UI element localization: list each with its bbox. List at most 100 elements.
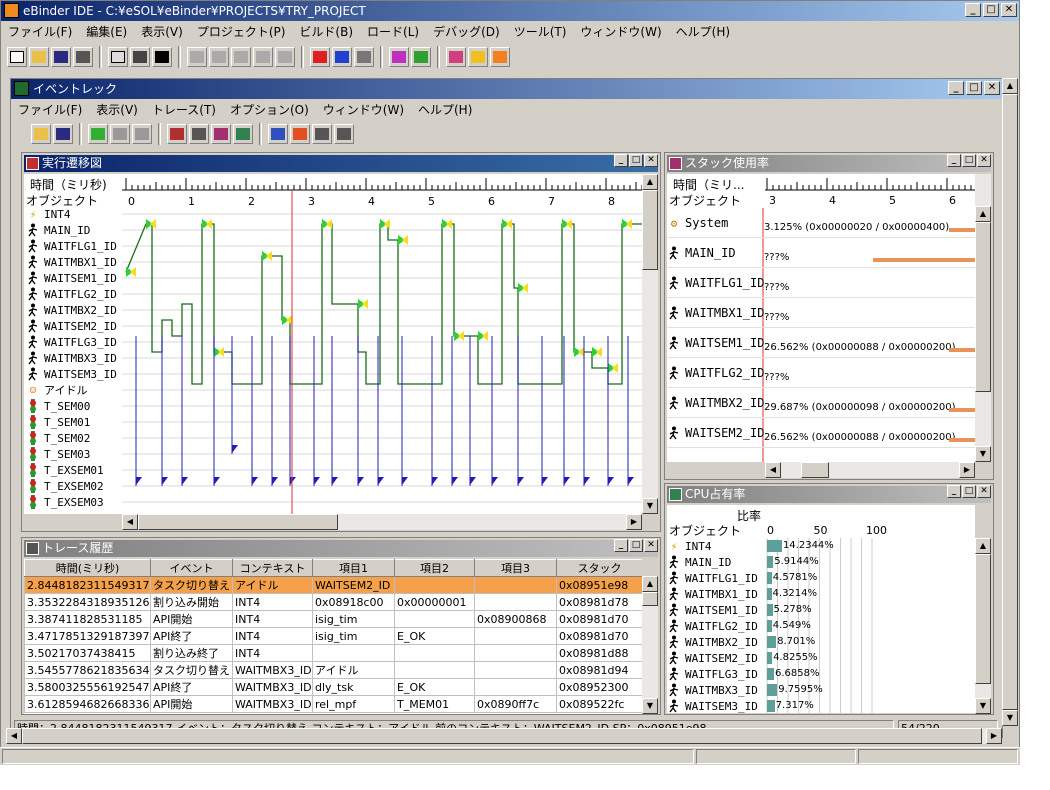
trace-column-header[interactable]: コンテキスト xyxy=(232,559,313,577)
et-close-button[interactable]: ✕ xyxy=(984,81,1000,95)
rebuild-icon[interactable] xyxy=(231,47,251,67)
minimize-button[interactable]: _ xyxy=(965,3,981,17)
event-track-title-bar[interactable]: イベントレック xyxy=(11,79,1002,99)
exec-canvas[interactable]: 時間（ミリ秒) オブジェクト ⚡ INT4 MAIN_ID WAITFLG1_ID WA… xyxy=(24,174,642,514)
cpu-row[interactable]: WAITFLG3_ID xyxy=(667,666,758,682)
exec-object-row[interactable]: MAIN_ID xyxy=(26,222,90,238)
arrows-icon[interactable] xyxy=(490,47,510,67)
download-icon[interactable] xyxy=(332,47,352,67)
exec-object-row[interactable]: WAITSEM3_ID xyxy=(26,366,117,382)
exec-object-row[interactable]: WAITSEM2_ID xyxy=(26,318,117,334)
cpu-panel-title-bar[interactable]: CPU占有率 xyxy=(667,486,991,503)
exec-object-row[interactable]: WAITSEM1_ID xyxy=(26,270,117,286)
main-menu-item-5[interactable]: ロード(L) xyxy=(360,23,426,40)
main-menu-item-3[interactable]: プロジェクト(P) xyxy=(190,23,293,40)
exec-close-button[interactable]: ✕ xyxy=(644,154,658,167)
et-minimize-button[interactable]: _ xyxy=(948,81,964,95)
table-row[interactable]: 3.6128594682668336 API開始 WAITMBX3_ID rel_mp… xyxy=(24,695,642,713)
exec-panel-title-bar[interactable]: 実行遷移図 xyxy=(24,155,658,172)
cpu-row[interactable]: WAITMBX3_ID xyxy=(667,682,758,698)
cpu-row[interactable]: WAITFLG2_ID xyxy=(667,618,758,634)
exec-object-row[interactable]: ☺ アイドル xyxy=(26,382,88,398)
exec-vscroll[interactable]: ▲ ▼ xyxy=(642,174,658,514)
exec-object-row[interactable]: T_SEM02 xyxy=(26,430,90,446)
main-menu-item-1[interactable]: 編集(E) xyxy=(79,23,134,40)
exec-maximize-button[interactable]: □ xyxy=(629,154,643,167)
refresh-icon[interactable] xyxy=(334,124,354,144)
filter-icon[interactable] xyxy=(312,124,332,144)
trace-column-header[interactable]: スタック xyxy=(556,559,642,577)
stack-row[interactable]: MAIN_ID xyxy=(667,242,736,264)
stack-canvas[interactable]: 時間（ミリ... オブジェクト 3456 ⚙ System 3.125% (0x00… xyxy=(667,174,975,462)
stop-build-icon[interactable] xyxy=(275,47,295,67)
open-icon[interactable] xyxy=(29,47,49,67)
p-icon[interactable] xyxy=(389,47,409,67)
stack-row[interactable]: WAITSEM2_ID xyxy=(667,422,764,444)
exec-object-row[interactable]: T_SEM00 xyxy=(26,398,90,414)
cpu-row[interactable]: ⚡ INT4 xyxy=(667,538,712,554)
exec-object-row[interactable]: WAITFLG1_ID xyxy=(26,238,117,254)
stack-close-button[interactable]: ✕ xyxy=(977,154,991,167)
exec-object-row[interactable]: T_EXSEM03 xyxy=(26,494,104,510)
et-menu-item-1[interactable]: 表示(V) xyxy=(89,101,145,118)
trace-vscroll[interactable]: ▲ ▼ xyxy=(642,576,658,714)
cpu-vscroll[interactable]: ▲ ▼ xyxy=(975,538,991,714)
copy-icon[interactable] xyxy=(354,47,374,67)
exec-object-row[interactable]: T_EXSEM02 xyxy=(26,478,104,494)
clean-icon[interactable] xyxy=(253,47,273,67)
pause-icon[interactable] xyxy=(110,124,130,144)
et-menu-item-3[interactable]: オプション(O) xyxy=(223,101,316,118)
table-row[interactable]: 3.3532284318935126 割り込み開始 INT4 0x08918c00 0x… xyxy=(24,593,642,611)
maximize-button[interactable]: □ xyxy=(983,3,999,17)
exec-object-row[interactable]: WAITMBX1_ID xyxy=(26,254,117,270)
stack-row[interactable]: WAITFLG1_ID xyxy=(667,272,764,294)
cpu-view-icon[interactable] xyxy=(233,124,253,144)
stop-icon[interactable] xyxy=(132,124,152,144)
e-icon[interactable] xyxy=(411,47,431,67)
table-row[interactable]: 3.387411828531185 API開始 INT4 isig_tim 0x0890… xyxy=(24,610,642,628)
exec-object-row[interactable]: WAITFLG3_ID xyxy=(26,334,117,350)
save-trace-icon[interactable] xyxy=(53,124,73,144)
et-menu-item-2[interactable]: トレース(T) xyxy=(145,101,223,118)
trace-column-header[interactable]: イベント xyxy=(150,559,233,577)
exec-minimize-button[interactable]: _ xyxy=(614,154,628,167)
exec-view-icon[interactable] xyxy=(167,124,187,144)
trace-minimize-button[interactable]: _ xyxy=(614,539,628,552)
main-title-bar[interactable]: eBinder IDE - C:¥eSOL¥eBinder¥PROJECTS¥T… xyxy=(1,1,1019,21)
table-row[interactable]: 3.50217037438415 割り込み終了 INT4 0x08981d88 xyxy=(24,644,642,662)
cpu-row[interactable]: WAITSEM1_ID xyxy=(667,602,758,618)
view-icon[interactable] xyxy=(108,47,128,67)
main-menu-item-6[interactable]: デバッグ(D) xyxy=(426,23,507,40)
table-row[interactable]: 3.5455778621835634 タスク切り替え WAITMBX3_ID アイドル… xyxy=(24,661,642,679)
table-row[interactable]: 3.5800325556192547 API終了 WAITMBX3_ID dly_ts… xyxy=(24,678,642,696)
exec-object-row[interactable]: ⚡ INT4 xyxy=(26,206,71,222)
cpu-row[interactable]: WAITSEM3_ID xyxy=(667,698,758,713)
grid-icon[interactable] xyxy=(446,47,466,67)
save-icon[interactable] xyxy=(51,47,71,67)
play-icon[interactable] xyxy=(88,124,108,144)
stack-row[interactable]: WAITMBX2_ID xyxy=(667,392,764,414)
build-all-icon[interactable] xyxy=(209,47,229,67)
cpu-close-button[interactable]: ✕ xyxy=(977,485,991,498)
et-menu-item-4[interactable]: ウィンドウ(W) xyxy=(316,101,411,118)
cpu-row[interactable]: MAIN_ID xyxy=(667,554,731,570)
main-menu-item-9[interactable]: ヘルプ(H) xyxy=(669,23,737,40)
trace-column-header[interactable]: 時間(ミリ秒) xyxy=(24,559,151,577)
cpu-maximize-button[interactable]: □ xyxy=(962,485,976,498)
et-menu-item-0[interactable]: ファイル(F) xyxy=(11,101,89,118)
cpu-row[interactable]: WAITMBX2_ID xyxy=(667,634,758,650)
color-icon[interactable] xyxy=(468,47,488,67)
trace-maximize-button[interactable]: □ xyxy=(629,539,643,552)
exec-timeline[interactable]: 0 1 2 3 4 5 6 7 8 xyxy=(122,174,642,514)
stack-panel-title-bar[interactable]: スタック使用率 xyxy=(667,155,991,172)
stack-view-icon[interactable] xyxy=(211,124,231,144)
trace-close-button[interactable]: ✕ xyxy=(644,539,658,552)
exec-object-row[interactable]: T_SEM03 xyxy=(26,446,90,462)
et-menu-item-5[interactable]: ヘルプ(H) xyxy=(411,101,479,118)
table-row[interactable]: 2.8448182311549317 タスク切り替え アイドル WAITSEM2_ID… xyxy=(24,576,642,594)
cpu-row[interactable]: WAITFLG1_ID xyxy=(667,570,758,586)
main-vscroll[interactable]: ▲ ▼ xyxy=(1002,78,1018,726)
stack-row[interactable]: WAITSEM1_ID xyxy=(667,332,764,354)
stack-row[interactable]: WAITMBX1_ID xyxy=(667,302,764,324)
et-maximize-button[interactable]: □ xyxy=(966,81,982,95)
